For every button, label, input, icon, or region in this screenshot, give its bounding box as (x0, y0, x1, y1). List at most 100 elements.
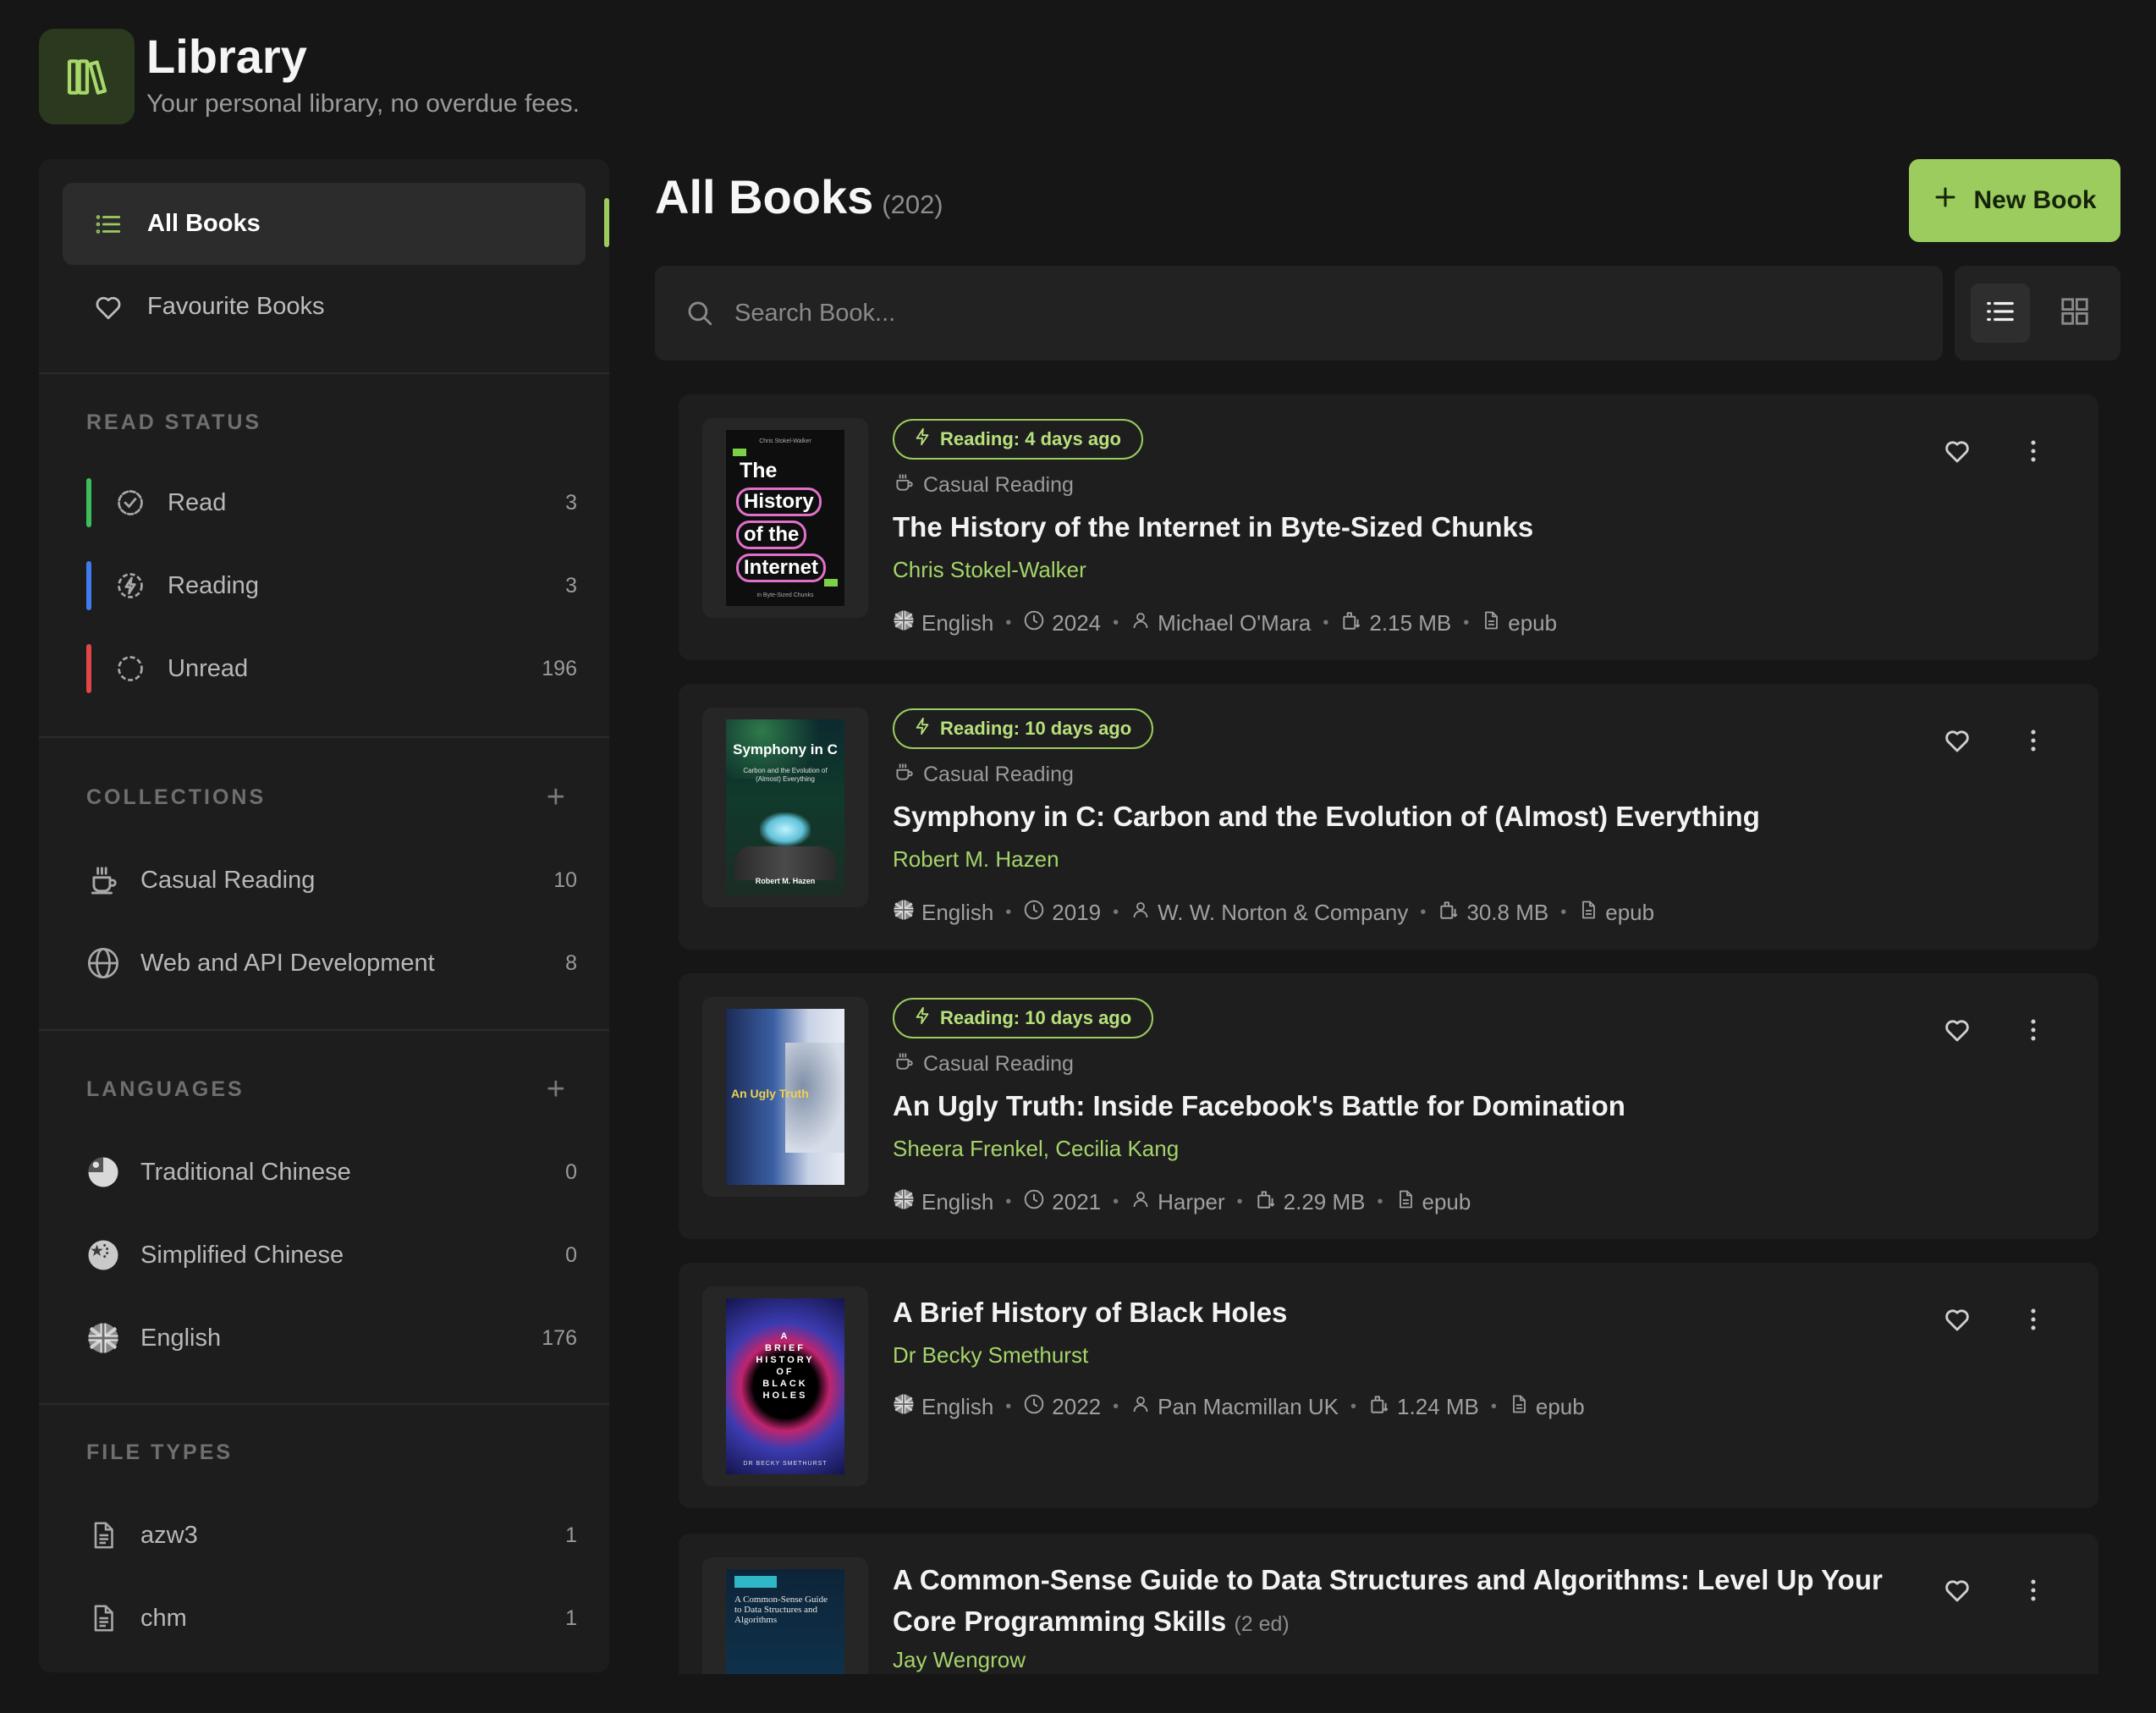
book-title[interactable]: A Common-Sense Guide to Data Structures … (893, 1559, 1942, 1645)
book-cover-image: An Ugly Truth (726, 1009, 844, 1185)
add-language-button[interactable]: + (547, 1073, 565, 1105)
book-title[interactable]: The History of the Internet in Byte-Size… (893, 511, 1533, 543)
cover-author: Robert M. Hazen (755, 877, 816, 885)
sidebar-item-traditional-chinese[interactable]: Traditional Chinese 0 (86, 1147, 577, 1198)
book-title[interactable]: An Ugly Truth: Inside Facebook's Battle … (893, 1090, 1625, 1122)
coffee-cup-icon (893, 1050, 915, 1078)
divider (39, 736, 609, 738)
more-options-icon[interactable] (2019, 1576, 2048, 1609)
list-view-icon (1984, 295, 2016, 332)
book-author[interactable]: Jay Wengrow (893, 1647, 1026, 1673)
meta-language-label: English (921, 900, 994, 925)
favourite-heart-icon[interactable] (1943, 1016, 1972, 1049)
book-author[interactable]: Chris Stokel-Walker (893, 557, 1086, 583)
separator-dot: • (1560, 903, 1567, 922)
sidebar-item-casual-reading[interactable]: Casual Reading 10 (86, 855, 577, 906)
grid-view-button[interactable] (2045, 284, 2104, 343)
more-options-icon[interactable] (2019, 1305, 2048, 1338)
collection-label: Casual Reading (923, 763, 1074, 786)
sidebar-item-simplified-chinese[interactable]: Simplified Chinese 0 (86, 1230, 577, 1281)
sidebar-item-read[interactable]: Read 3 (86, 477, 577, 528)
meta-size: 2.29 MB (1255, 1188, 1366, 1216)
book-card[interactable]: Symphony in C Carbon and the Evolution o… (679, 684, 2098, 950)
meta-size-label: 2.29 MB (1283, 1189, 1366, 1215)
book-author[interactable]: Robert M. Hazen (893, 846, 1059, 873)
sidebar-item-reading[interactable]: Reading 3 (86, 560, 577, 611)
sidebar-item-web-and-api-development[interactable]: Web and API Development 8 (86, 938, 577, 989)
book-cover[interactable]: Chris Stokel-Walker The History of the I… (702, 418, 868, 618)
grid-view-icon (2059, 295, 2091, 332)
favourite-heart-icon[interactable] (1943, 726, 1972, 759)
card-actions (1943, 726, 2048, 759)
book-title-text: A Common-Sense Guide to Data Structures … (893, 1564, 1883, 1637)
more-options-icon[interactable] (2019, 726, 2048, 759)
section-title-read-status: READ STATUS (86, 410, 262, 434)
book-collection[interactable]: Casual Reading (893, 761, 1074, 789)
book-title[interactable]: Symphony in C: Carbon and the Evolution … (893, 801, 1760, 833)
book-collection[interactable]: Casual Reading (893, 1050, 1074, 1078)
search-input[interactable]: Search Book... (655, 266, 1943, 361)
book-card[interactable]: An Ugly Truth Reading: 10 days ago Casua… (679, 973, 2098, 1239)
item-count: 1 (565, 1523, 577, 1547)
meta-format: epub (1578, 900, 1654, 926)
item-count: 3 (565, 573, 577, 598)
cover-title: A Common-Sense Guide to Data Structures … (734, 1595, 828, 1625)
list-view-button[interactable] (1971, 284, 2030, 343)
meta-size-label: 2.15 MB (1369, 610, 1452, 636)
list-icon (91, 207, 125, 241)
sidebar-item-label: Simplified Chinese (140, 1241, 344, 1269)
flag-china-icon (86, 1238, 120, 1272)
favourite-heart-icon[interactable] (1943, 1305, 1972, 1338)
badge-label: Reading: 4 days ago (940, 428, 1121, 449)
favourite-heart-icon[interactable] (1943, 1576, 1972, 1609)
book-cover[interactable]: A BRIEF HISTORY OF BLACK HOLES DR BECKY … (702, 1286, 868, 1486)
sidebar-item-favourite-books[interactable]: Favourite Books (63, 266, 586, 348)
sidebar-item-english[interactable]: English 176 (86, 1313, 577, 1363)
sidebar-item-label: Casual Reading (140, 866, 316, 894)
sidebar-item-label: azw3 (140, 1521, 198, 1549)
sidebar-item-azw3[interactable]: azw3 1 (86, 1510, 577, 1561)
meta-language: English (893, 1393, 993, 1421)
book-total-count: (202) (882, 190, 943, 219)
file-icon (1395, 1189, 1416, 1215)
flag-uk-icon (893, 899, 915, 927)
book-cover[interactable]: An Ugly Truth (702, 997, 868, 1197)
sidebar-item-label: chm (140, 1604, 187, 1632)
sidebar-item-chm[interactable]: chm 1 (86, 1593, 577, 1644)
book-card[interactable]: A Common-Sense Guide to Data Structures … (679, 1534, 2098, 1674)
meta-year-label: 2022 (1052, 1394, 1102, 1419)
sidebar-item-label: Traditional Chinese (140, 1158, 351, 1186)
item-count: 0 (565, 1242, 577, 1267)
person-icon (1130, 610, 1151, 636)
sidebar-scroll-indicator[interactable] (604, 198, 609, 247)
cover-line: A (780, 1331, 790, 1341)
book-collection[interactable]: Casual Reading (893, 471, 1074, 499)
book-title[interactable]: A Brief History of Black Holes (893, 1297, 1287, 1329)
person-icon (1130, 900, 1151, 926)
meta-format: epub (1481, 610, 1557, 636)
more-options-icon[interactable] (2019, 437, 2048, 470)
new-book-button[interactable]: New Book (1909, 159, 2120, 242)
book-cover[interactable]: A Common-Sense Guide to Data Structures … (702, 1557, 868, 1674)
item-count: 1 (565, 1606, 577, 1630)
book-card[interactable]: A BRIEF HISTORY OF BLACK HOLES DR BECKY … (679, 1263, 2098, 1508)
file-icon (1509, 1394, 1529, 1420)
book-edition: (2 ed) (1234, 1612, 1290, 1636)
globe-icon (86, 946, 120, 980)
app-title: Library (146, 30, 307, 83)
sidebar-item-label: All Books (147, 210, 261, 237)
book-author[interactable]: Sheera Frenkel, Cecilia Kang (893, 1136, 1179, 1162)
sidebar-item-all-books[interactable]: All Books (63, 183, 586, 265)
add-collection-button[interactable]: + (547, 781, 565, 813)
book-cover-image: A BRIEF HISTORY OF BLACK HOLES DR BECKY … (726, 1298, 844, 1474)
file-icon (86, 1601, 120, 1635)
cover-rocks (734, 846, 836, 880)
favourite-heart-icon[interactable] (1943, 437, 1972, 470)
book-author[interactable]: Dr Becky Smethurst (893, 1342, 1088, 1369)
book-meta: English • 2022 • Pan Macmillan UK • 1.24… (893, 1393, 1585, 1421)
book-card[interactable]: Chris Stokel-Walker The History of the I… (679, 394, 2098, 660)
more-options-icon[interactable] (2019, 1016, 2048, 1049)
book-cover[interactable]: Symphony in C Carbon and the Evolution o… (702, 708, 868, 907)
sidebar-item-unread[interactable]: Unread 196 (86, 643, 577, 694)
meta-size-label: 30.8 MB (1466, 900, 1549, 925)
